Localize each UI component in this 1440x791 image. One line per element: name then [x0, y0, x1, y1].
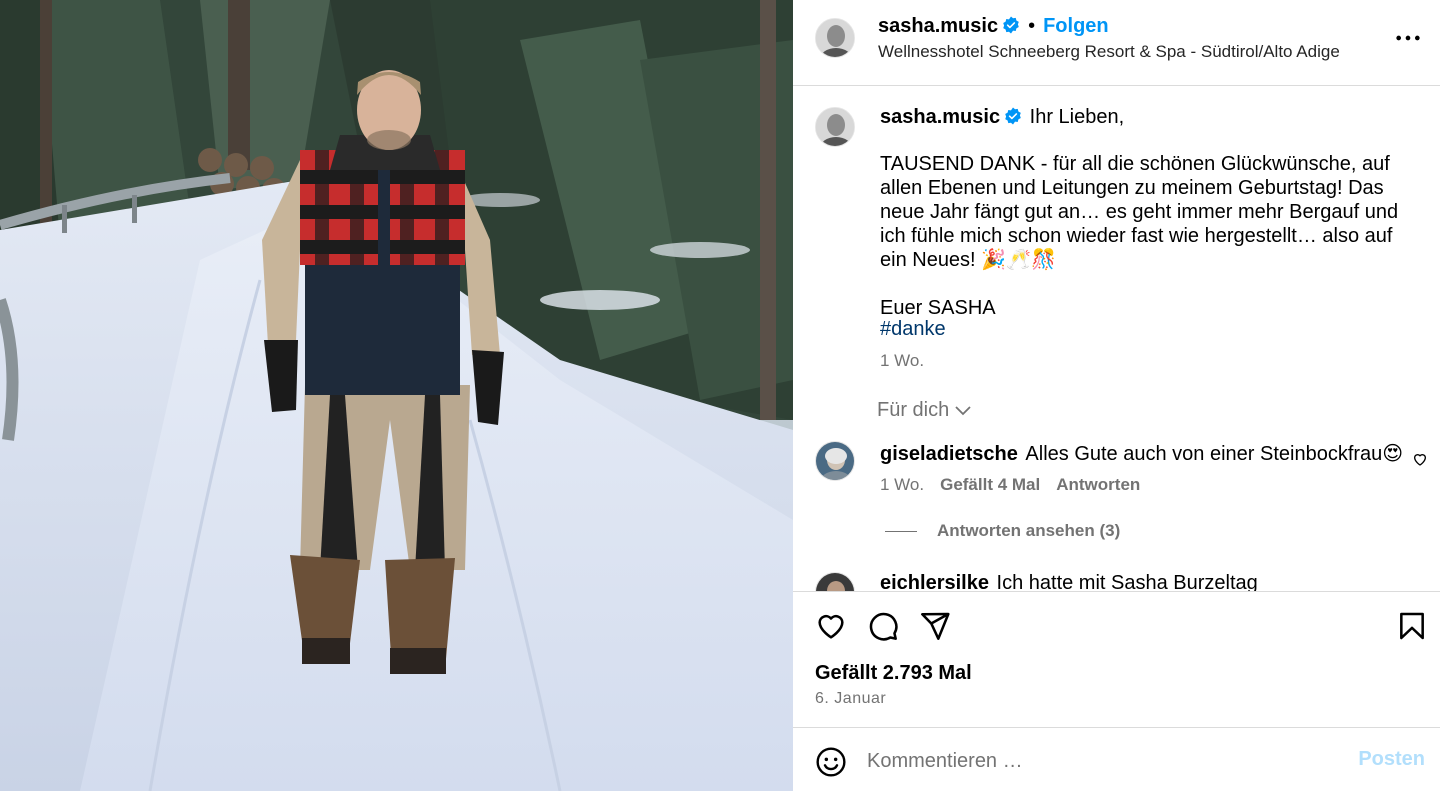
post-date[interactable]: 6. Januar — [815, 690, 886, 708]
comment-text: Ich hatte mit Sasha Burzeltag — [996, 572, 1258, 591]
post-comment-button[interactable]: Posten — [1358, 748, 1425, 771]
chevron-down-icon — [955, 406, 971, 415]
comment-heart-icon[interactable] — [1412, 451, 1428, 467]
header-line: sasha.music • Folgen — [878, 15, 1109, 38]
comment-sort-label: Für dich — [877, 399, 950, 421]
commenter-username[interactable]: giseladietsche — [880, 443, 1018, 465]
heart-icon[interactable] — [815, 610, 847, 642]
more-options-icon[interactable] — [1394, 24, 1422, 52]
commenter-avatar[interactable] — [815, 572, 855, 591]
comment-text: Alles Gute auch von einer Steinbockfrau😍 — [1025, 443, 1404, 465]
caption-timestamp[interactable]: 1 Wo. — [880, 351, 924, 371]
commenter-username[interactable]: eichlersilke — [880, 572, 989, 591]
comment-text-line: eichlersilke Ich hatte mit Sasha Burzelt… — [880, 572, 1258, 591]
comment-meta: 1 Wo. Gefällt 4 Mal Antworten — [880, 475, 1156, 495]
caption-body: TAUSEND DANK - für all die schönen Glück… — [880, 153, 1399, 319]
comment-input[interactable] — [865, 742, 1349, 780]
reply-button[interactable]: Antworten — [1056, 475, 1140, 494]
caption-greeting: Ihr Lieben, — [1029, 106, 1125, 128]
caption-author-avatar[interactable] — [815, 107, 855, 147]
post-detail-panel: sasha.music • Folgen Wellnesshotel Schneeb… — [793, 0, 1440, 791]
comments-scroll-area[interactable]: sasha.music Ihr Lieben, TAUSEND DANK - f… — [793, 86, 1440, 591]
view-replies-button[interactable]: Antworten ansehen (3) — [885, 521, 1120, 541]
comment-composer: Posten — [793, 727, 1440, 791]
caption-first-line: sasha.music Ihr Lieben, — [880, 106, 1124, 129]
post-location-link[interactable]: Wellnesshotel Schneeberg Resort & Spa - … — [878, 42, 1340, 62]
send-icon[interactable] — [919, 610, 951, 642]
post-actions-bar: Gefällt 2.793 Mal 6. Januar — [793, 591, 1440, 727]
commenter-avatar[interactable] — [815, 441, 855, 481]
verified-badge-icon — [1003, 16, 1019, 34]
comment-like-count[interactable]: Gefällt 4 Mal — [940, 475, 1040, 494]
view-replies-label: Antworten ansehen (3) — [937, 521, 1121, 540]
post-image[interactable] — [0, 0, 793, 791]
post-photo — [0, 0, 793, 791]
replies-divider — [885, 531, 917, 533]
follow-button[interactable]: Folgen — [1043, 15, 1109, 37]
verified-badge-icon — [1005, 107, 1021, 125]
comment-text-line: giseladietsche Alles Gute auch von einer… — [880, 441, 1403, 466]
comment-icon[interactable] — [867, 610, 899, 642]
bookmark-icon[interactable] — [1396, 610, 1428, 642]
like-count[interactable]: Gefällt 2.793 Mal — [815, 662, 972, 685]
author-avatar[interactable] — [815, 18, 855, 58]
comment-time[interactable]: 1 Wo. — [880, 475, 924, 494]
caption-author-username[interactable]: sasha.music — [880, 106, 1000, 128]
separator-dot: • — [1028, 15, 1036, 37]
author-username[interactable]: sasha.music — [878, 15, 998, 37]
comment-sort-dropdown[interactable]: Für dich — [877, 399, 971, 422]
hashtag-link[interactable]: #danke — [880, 318, 946, 341]
emoji-icon[interactable] — [815, 746, 847, 778]
post-header: sasha.music • Folgen Wellnesshotel Schneeb… — [793, 0, 1440, 86]
